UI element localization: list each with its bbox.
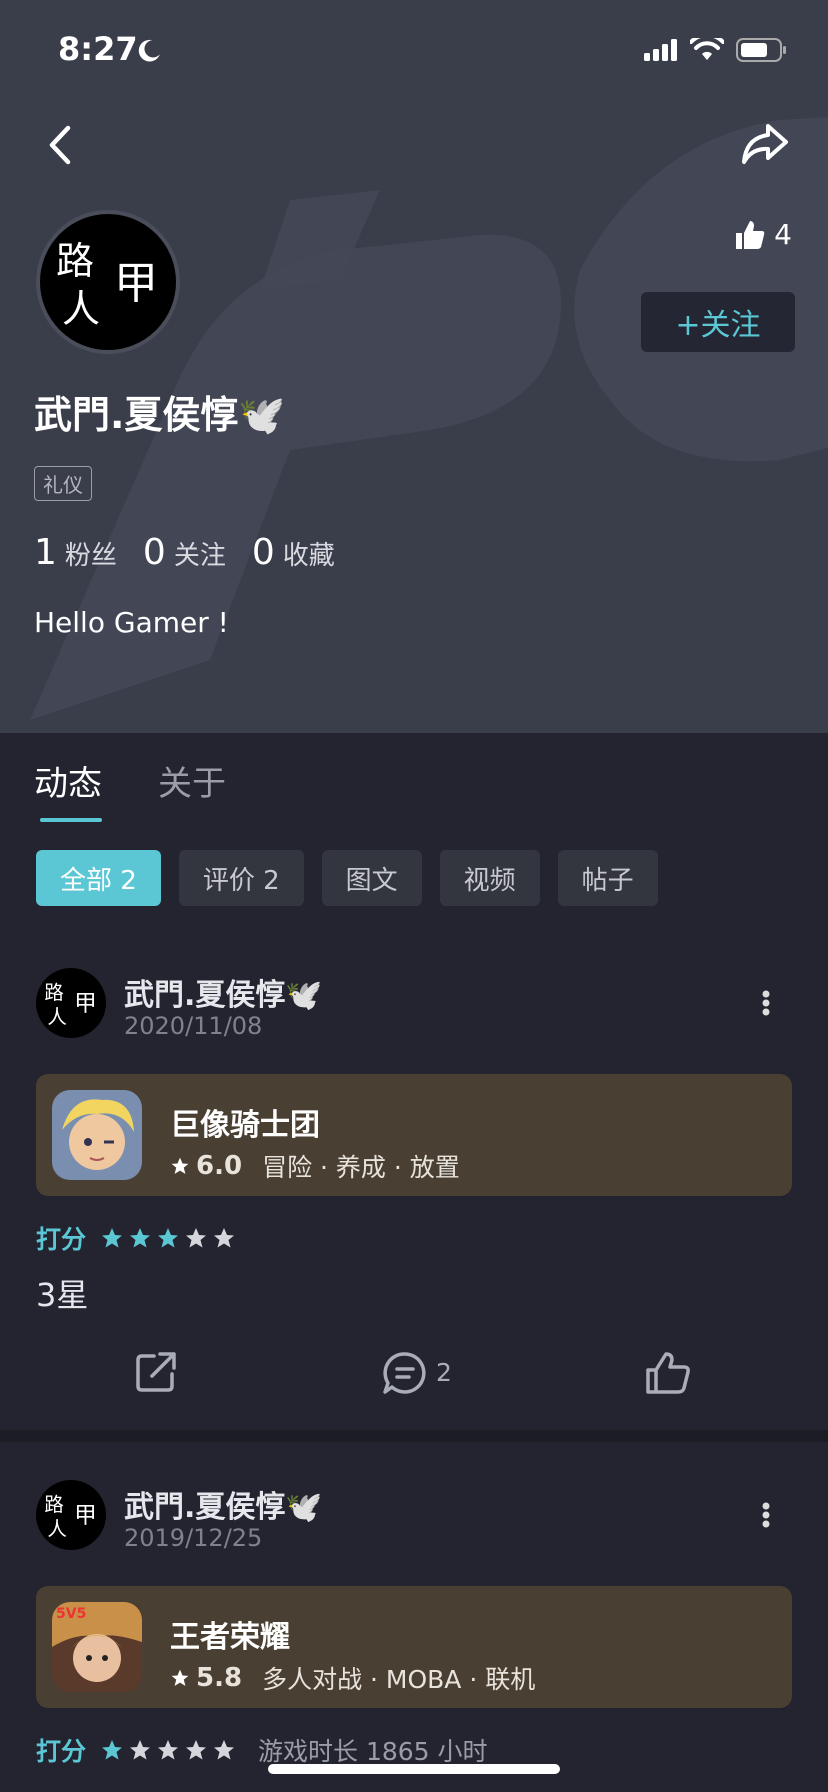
star-rating bbox=[100, 1226, 236, 1250]
avatar-calligraphy: 路 甲 人 bbox=[44, 981, 97, 1029]
more-options-icon[interactable] bbox=[762, 1502, 770, 1528]
comment-count: 2 bbox=[436, 1358, 452, 1387]
stat-followers[interactable]: 1 粉丝 bbox=[34, 532, 117, 573]
star-empty-icon bbox=[186, 1740, 207, 1760]
star-filled-icon bbox=[102, 1740, 123, 1760]
tab-indicator bbox=[40, 818, 102, 822]
game-score: 6.0 bbox=[196, 1151, 243, 1181]
filter-image-text[interactable]: 图文 bbox=[321, 850, 422, 906]
star-icon bbox=[171, 1669, 189, 1686]
game-genres: 冒险 · 养成 · 放置 bbox=[262, 1153, 460, 1182]
rating-row: 打分 bbox=[36, 1220, 236, 1256]
svg-text:甲: 甲 bbox=[114, 258, 158, 309]
follow-button[interactable]: +关注 bbox=[641, 292, 795, 352]
post-author[interactable]: 武門.夏侯惇🕊️ bbox=[124, 970, 323, 1014]
stat-favorites[interactable]: 0 收藏 bbox=[252, 532, 335, 573]
filter-posts[interactable]: 帖子 bbox=[557, 850, 658, 906]
rating-label: 打分 bbox=[36, 1737, 87, 1766]
profile-header: 8:27 路 甲 人 4 +关注 武門.夏侯惇🕊️ 礼仪 1 粉丝 0 关注 0… bbox=[0, 0, 828, 733]
filter-reviews[interactable]: 评价 2 bbox=[178, 850, 304, 906]
feed-post: 路 甲 人 武門.夏侯惇🕊️ 2019/12/25 5V5 王者荣耀 5.8 多… bbox=[0, 1442, 828, 1766]
post-avatar[interactable]: 路 甲 人 bbox=[36, 1480, 106, 1550]
status-bar: 8:27 bbox=[0, 0, 828, 100]
star-filled-icon bbox=[130, 1228, 151, 1248]
star-empty-icon bbox=[214, 1228, 235, 1248]
star-empty-icon bbox=[186, 1228, 207, 1248]
filter-videos[interactable]: 视频 bbox=[439, 850, 540, 906]
star-icon bbox=[171, 1157, 189, 1174]
game-meta: 6.0 冒险 · 养成 · 放置 bbox=[170, 1148, 460, 1184]
filter-chips: 全部 2 评价 2 图文 视频 帖子 bbox=[36, 850, 658, 906]
game-title: 王者荣耀 bbox=[170, 1620, 290, 1655]
game-icon: 5V5 bbox=[52, 1602, 142, 1692]
thumbs-up-icon bbox=[736, 220, 765, 249]
tab-activity[interactable]: 动态 bbox=[34, 756, 102, 805]
game-score: 5.8 bbox=[196, 1663, 243, 1693]
svg-text:路: 路 bbox=[44, 1493, 64, 1516]
post-date: 2019/12/25 bbox=[124, 1524, 263, 1552]
battery-icon bbox=[736, 38, 786, 62]
rating-row: 打分 游戏时长 1865 小时 bbox=[36, 1732, 488, 1768]
star-empty-icon bbox=[130, 1740, 151, 1760]
star-rating bbox=[100, 1738, 236, 1762]
svg-text:人: 人 bbox=[62, 287, 100, 331]
comment-icon[interactable] bbox=[382, 1350, 428, 1396]
svg-text:人: 人 bbox=[47, 1006, 67, 1029]
game-badge-5v5: 5V5 bbox=[56, 1606, 86, 1622]
star-filled-icon bbox=[102, 1228, 123, 1248]
profile-stats: 1 粉丝 0 关注 0 收藏 bbox=[34, 532, 335, 573]
post-divider bbox=[0, 1430, 828, 1442]
game-meta: 5.8 多人对战 · MOBA · 联机 bbox=[170, 1660, 535, 1696]
likes-count[interactable]: 4 bbox=[734, 218, 792, 251]
share-post-icon[interactable] bbox=[134, 1350, 178, 1394]
feed-post: 路 甲 人 武門.夏侯惇🕊️ 2020/11/08 巨像骑士团 6.0 冒险 ·… bbox=[0, 940, 828, 1430]
playtime: 游戏时长 1865 小时 bbox=[258, 1737, 488, 1766]
rating-label: 打分 bbox=[36, 1225, 87, 1254]
star-empty-icon bbox=[214, 1740, 235, 1760]
like-icon[interactable] bbox=[644, 1350, 692, 1396]
svg-text:路: 路 bbox=[56, 239, 94, 283]
profile-bio: Hello Gamer ! bbox=[34, 606, 229, 639]
moon-icon bbox=[138, 39, 160, 62]
avatar[interactable]: 路 甲 人 bbox=[36, 210, 180, 354]
back-icon[interactable] bbox=[42, 124, 78, 166]
game-card[interactable]: 巨像骑士团 6.0 冒险 · 养成 · 放置 bbox=[36, 1074, 792, 1196]
filter-all[interactable]: 全部 2 bbox=[36, 850, 161, 906]
likes-value: 4 bbox=[774, 218, 792, 251]
svg-text:甲: 甲 bbox=[74, 991, 97, 1017]
more-options-icon[interactable] bbox=[762, 990, 770, 1016]
game-card[interactable]: 5V5 王者荣耀 5.8 多人对战 · MOBA · 联机 bbox=[36, 1586, 792, 1708]
profile-tabs: 动态 关于 bbox=[34, 756, 226, 805]
status-icons bbox=[644, 38, 788, 62]
post-avatar[interactable]: 路 甲 人 bbox=[36, 968, 106, 1038]
post-author[interactable]: 武門.夏侯惇🕊️ bbox=[124, 1482, 323, 1526]
star-empty-icon bbox=[158, 1740, 179, 1760]
share-icon[interactable] bbox=[740, 122, 790, 166]
game-genres: 多人对战 · MOBA · 联机 bbox=[262, 1665, 536, 1694]
svg-text:甲: 甲 bbox=[74, 1503, 97, 1529]
stat-following[interactable]: 0 关注 bbox=[143, 532, 226, 573]
post-date: 2020/11/08 bbox=[124, 1012, 263, 1040]
review-text: 3星 bbox=[36, 1276, 89, 1314]
user-tag: 礼仪 bbox=[34, 466, 92, 501]
signal-icon bbox=[644, 39, 677, 61]
avatar-calligraphy: 路 甲 人 bbox=[44, 1493, 97, 1541]
tab-about[interactable]: 关于 bbox=[158, 756, 226, 805]
star-filled-icon bbox=[158, 1228, 179, 1248]
profile-username: 武門.夏侯惇🕊️ bbox=[34, 393, 286, 437]
avatar-calligraphy: 路 甲 人 bbox=[56, 239, 158, 331]
svg-text:路: 路 bbox=[44, 981, 64, 1004]
clock: 8:27 bbox=[58, 30, 138, 68]
wifi-icon bbox=[690, 38, 724, 60]
home-indicator[interactable] bbox=[268, 1764, 560, 1774]
game-title: 巨像骑士团 bbox=[170, 1108, 320, 1143]
svg-text:人: 人 bbox=[47, 1518, 67, 1541]
game-icon bbox=[52, 1090, 142, 1180]
